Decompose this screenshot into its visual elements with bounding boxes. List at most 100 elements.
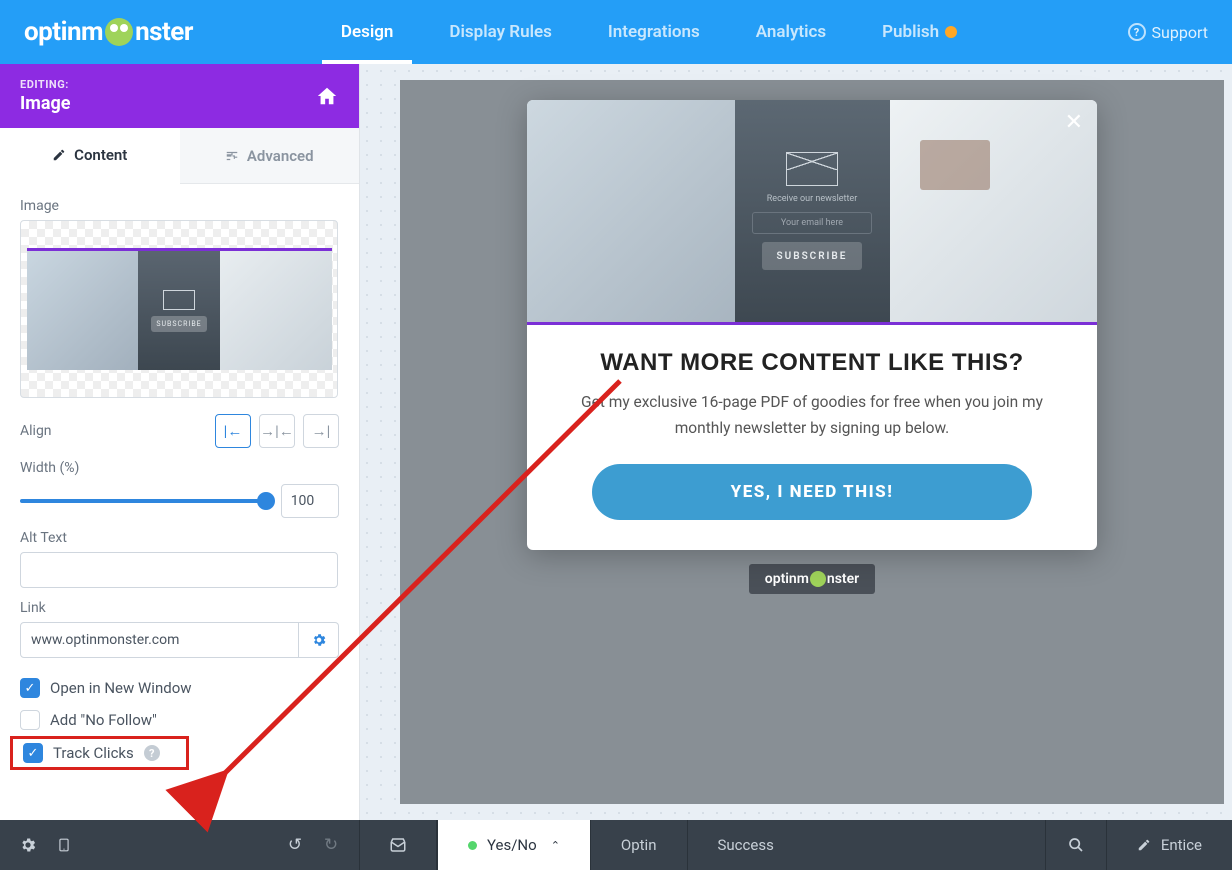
search-button[interactable] <box>1045 820 1106 870</box>
support-label: Support <box>1152 23 1208 42</box>
pencil-icon <box>52 148 66 162</box>
brand-pre: optinm <box>765 571 809 587</box>
link-input[interactable] <box>20 622 299 658</box>
tab-advanced-label: Advanced <box>247 147 314 165</box>
logo[interactable]: optinm nster <box>24 17 193 47</box>
inbox-button[interactable] <box>380 836 416 854</box>
nav-label: Integrations <box>608 22 700 42</box>
popup-preview[interactable]: ✕ Receive our newsletter Your email here… <box>527 100 1097 550</box>
popup-subscribe-mini: SUBSCRIBE <box>762 242 862 270</box>
popup-email-placeholder: Your email here <box>752 212 872 234</box>
slider-thumb[interactable] <box>257 492 275 510</box>
chevron-up-icon: ⌃ <box>551 839 560 852</box>
branding-badge[interactable]: optinm nster <box>749 564 875 594</box>
align-label: Align <box>20 423 52 439</box>
subscribe-mini: SUBSCRIBE <box>151 316 207 332</box>
view-success[interactable]: Success <box>687 820 804 870</box>
sliders-icon <box>225 149 239 163</box>
popup-receive-text: Receive our newsletter <box>767 194 858 204</box>
link-settings-button[interactable] <box>299 622 339 658</box>
top-nav: optinm nster Design Display Rules Integra… <box>0 0 1232 64</box>
width-input[interactable] <box>281 484 339 518</box>
width-slider[interactable] <box>20 499 267 503</box>
popup-image[interactable]: Receive our newsletter Your email here S… <box>527 100 1097 325</box>
check-track-clicks[interactable]: ✓ <box>23 743 43 763</box>
redo-button[interactable]: ↻ <box>313 835 349 855</box>
sidebar: EDITING: Image Content Advanced Image <box>0 64 360 820</box>
image-preview[interactable]: SUBSCRIBE <box>20 220 338 398</box>
link-label: Link <box>20 600 339 616</box>
mobile-icon <box>57 835 71 855</box>
logo-text-post: nster <box>135 17 193 47</box>
check-no-follow-row: Add "No Follow" <box>20 704 339 736</box>
logo-icon <box>105 18 133 46</box>
support-link[interactable]: ? Support <box>1128 23 1208 42</box>
alt-label: Alt Text <box>20 530 339 546</box>
logo-icon <box>810 571 826 587</box>
editing-header: EDITING: Image <box>0 64 359 128</box>
check-no-follow-label: Add "No Follow" <box>50 711 157 729</box>
align-center-button[interactable]: →|← <box>259 414 295 448</box>
nav-label: Design <box>341 22 394 42</box>
tab-content-label: Content <box>74 146 127 164</box>
nav-integrations[interactable]: Integrations <box>580 0 728 64</box>
brand-post: nster <box>827 571 859 587</box>
content-panel: Image SUBSCRIBE Align |← →|← →| <box>0 184 359 820</box>
home-icon[interactable] <box>315 85 339 107</box>
image-label: Image <box>20 198 339 214</box>
tab-advanced[interactable]: Advanced <box>180 128 360 183</box>
popup-description[interactable]: Get my exclusive 16-page PDF of goodies … <box>557 389 1067 442</box>
nav-label: Display Rules <box>449 22 551 42</box>
view-optin[interactable]: Optin <box>590 820 687 870</box>
tab-content[interactable]: Content <box>0 128 180 184</box>
nav-label: Analytics <box>756 22 826 42</box>
nav-items: Design Display Rules Integrations Analyt… <box>313 0 985 64</box>
check-icon: ✓ <box>25 681 36 696</box>
check-new-window[interactable]: ✓ <box>20 678 40 698</box>
view-yesno-label: Yes/No <box>487 836 537 854</box>
logo-text-pre: optinm <box>24 17 103 47</box>
search-icon <box>1068 837 1084 853</box>
help-icon: ? <box>1128 23 1146 41</box>
nav-design[interactable]: Design <box>313 0 422 64</box>
settings-button[interactable] <box>10 835 46 855</box>
nav-publish[interactable]: Publish <box>854 0 985 64</box>
inbox-icon <box>389 836 407 854</box>
align-buttons: |← →|← →| <box>215 414 339 448</box>
close-icon[interactable]: ✕ <box>1065 110 1083 135</box>
nav-label: Publish <box>882 22 939 42</box>
help-icon[interactable]: ? <box>144 745 160 761</box>
nav-display-rules[interactable]: Display Rules <box>421 0 579 64</box>
gear-icon <box>311 632 327 648</box>
entice-label: Entice <box>1161 836 1202 854</box>
popup-cta-button[interactable]: YES, I NEED THIS! <box>592 464 1032 520</box>
check-no-follow[interactable] <box>20 710 40 730</box>
align-right-button[interactable]: →| <box>303 414 339 448</box>
entice-button[interactable]: Entice <box>1106 820 1232 870</box>
popup-title[interactable]: WANT MORE CONTENT LIKE THIS? <box>557 349 1067 377</box>
mobile-preview-button[interactable] <box>46 835 82 855</box>
check-track-clicks-label: Track Clicks <box>53 744 134 762</box>
status-dot-icon <box>468 841 477 850</box>
pencil-icon <box>1137 838 1151 852</box>
undo-button[interactable]: ↺ <box>277 835 313 855</box>
image-thumbnail: SUBSCRIBE <box>27 248 332 370</box>
popup-cta-label: YES, I NEED THIS! <box>731 482 894 502</box>
view-optin-label: Optin <box>621 836 657 854</box>
check-icon: ✓ <box>28 746 39 761</box>
alt-text-input[interactable] <box>20 552 338 588</box>
gear-icon <box>19 836 37 854</box>
check-new-window-label: Open in New Window <box>50 679 192 697</box>
editing-title: Image <box>20 93 71 114</box>
publish-status-icon <box>945 26 957 38</box>
width-label: Width (%) <box>20 460 339 476</box>
align-left-button[interactable]: |← <box>215 414 251 448</box>
envelope-icon <box>163 290 195 310</box>
canvas: ✕ Receive our newsletter Your email here… <box>360 64 1232 820</box>
view-yesno[interactable]: Yes/No ⌃ <box>437 820 590 870</box>
view-success-label: Success <box>718 836 774 854</box>
editing-label: EDITING: <box>20 78 71 91</box>
nav-analytics[interactable]: Analytics <box>728 0 854 64</box>
check-track-clicks-row: ✓ Track Clicks ? <box>10 736 189 770</box>
envelope-icon <box>786 152 838 186</box>
